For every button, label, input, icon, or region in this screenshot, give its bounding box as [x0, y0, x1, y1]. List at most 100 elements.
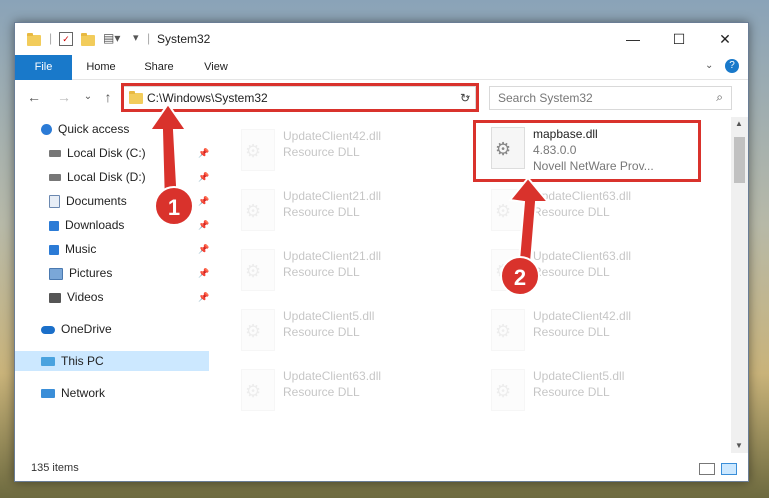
file-description: Resource DLL	[283, 325, 360, 339]
details-view-icon[interactable]	[699, 463, 715, 475]
file-item[interactable]: ⚙ UpdateClient21.dll Resource DLL	[225, 185, 455, 235]
file-item[interactable]: ⚙ UpdateClient42.dll Resource DLL	[225, 125, 455, 175]
search-icon: ⌕	[716, 90, 723, 104]
tab-home[interactable]: Home	[77, 55, 125, 79]
file-description: Resource DLL	[533, 325, 610, 339]
window-title: System32	[157, 32, 211, 46]
chevron-down-icon[interactable]: ⌄	[705, 60, 713, 71]
qa-dropdown-icon[interactable]: ▾	[133, 31, 139, 44]
computer-icon	[41, 357, 55, 367]
music-note-icon	[49, 244, 59, 255]
nav-local-disk-c[interactable]: Local Disk (C:)	[49, 143, 146, 163]
separator: |	[147, 31, 151, 45]
nav-quick-access[interactable]: Quick access	[41, 119, 129, 139]
scroll-up-icon[interactable]: ▲	[735, 119, 743, 128]
nav-label: Local Disk (C:)	[67, 146, 146, 160]
nav-label: Videos	[67, 290, 104, 304]
file-name: UpdateClient5.dll	[533, 369, 625, 383]
gear-icon: ⚙	[245, 261, 262, 281]
drive-icon	[49, 150, 61, 158]
nav-this-pc[interactable]: This PC	[15, 351, 209, 371]
file-name: UpdateClient42.dll	[283, 129, 382, 143]
pin-icon[interactable]: 📌	[198, 292, 209, 303]
drive-icon	[49, 174, 61, 182]
nav-local-disk-d[interactable]: Local Disk (D:)	[49, 167, 146, 187]
nav-videos[interactable]: Videos	[49, 287, 103, 307]
file-highlight-box	[473, 120, 701, 182]
nav-label: Network	[61, 386, 106, 400]
file-description: Resource DLL	[283, 265, 360, 279]
network-icon	[41, 389, 55, 399]
close-button[interactable]: ✕	[702, 23, 748, 55]
download-arrow-icon	[49, 220, 59, 231]
vertical-scrollbar[interactable]: ▲ ▼	[731, 117, 748, 453]
nav-network[interactable]: Network	[41, 383, 105, 403]
file-item[interactable]: ⚙ UpdateClient63.dll Resource DLL	[225, 365, 455, 415]
back-arrow-icon[interactable]: ←	[25, 88, 43, 106]
file-description: Resource DLL	[283, 385, 360, 399]
qa-customize-icon[interactable]: ▤▾	[103, 31, 120, 45]
nav-pictures[interactable]: Pictures	[49, 263, 112, 283]
file-item[interactable]: ⚙ UpdateClient21.dll Resource DLL	[225, 245, 455, 295]
film-icon	[49, 292, 61, 303]
pin-icon[interactable]: 📌	[198, 196, 209, 207]
gear-icon: ⚙	[245, 201, 262, 221]
new-folder-icon[interactable]	[81, 33, 95, 46]
step-badge-1: 1	[154, 186, 194, 226]
minimize-button[interactable]: —	[610, 23, 656, 55]
pin-icon[interactable]: 📌	[198, 172, 209, 183]
file-description: Resource DLL	[533, 385, 610, 399]
pin-icon[interactable]: 📌	[198, 268, 209, 279]
pin-icon[interactable]: 📌	[198, 148, 209, 159]
search-input[interactable]: Search System32 ⌕	[489, 86, 732, 110]
separator: |	[49, 31, 53, 45]
nav-label: OneDrive	[61, 322, 112, 336]
tab-share[interactable]: Share	[135, 55, 183, 79]
pin-icon[interactable]: 📌	[198, 244, 209, 255]
forward-arrow-icon[interactable]: →	[55, 88, 73, 106]
gear-icon: ⚙	[245, 141, 262, 161]
file-item[interactable]: ⚙ UpdateClient5.dll Resource DLL	[225, 305, 455, 355]
gear-icon: ⚙	[245, 321, 262, 341]
maximize-button[interactable]: ☐	[656, 23, 702, 55]
nav-label: Quick access	[58, 122, 130, 136]
picture-icon	[49, 267, 63, 280]
file-name: UpdateClient21.dll	[283, 249, 382, 263]
nav-label: Documents	[66, 194, 127, 208]
nav-label: This PC	[61, 354, 104, 368]
recent-locations-icon[interactable]: ⌄	[79, 88, 97, 106]
nav-label: Downloads	[65, 218, 125, 232]
ribbon: File Home Share View ⌄ ?	[15, 55, 748, 105]
file-description: Resource DLL	[283, 205, 360, 219]
up-arrow-icon[interactable]: ↑	[99, 88, 117, 106]
file-description: Resource DLL	[283, 145, 360, 159]
scrollbar-thumb[interactable]	[734, 137, 745, 183]
file-item[interactable]: ⚙ UpdateClient5.dll Resource DLL	[475, 365, 705, 415]
gear-icon: ⚙	[245, 381, 262, 401]
item-count: 135 items	[31, 462, 79, 474]
nav-music[interactable]: Music	[49, 239, 96, 259]
cloud-icon	[41, 325, 55, 334]
explorer-window: | ✓ ▤▾ ▾ | System32 — ☐ ✕ File Home Shar…	[14, 22, 749, 482]
status-bar: 135 items	[15, 455, 748, 481]
file-name: UpdateClient42.dll	[533, 309, 632, 323]
file-item[interactable]: ⚙ UpdateClient42.dll Resource DLL	[475, 305, 705, 355]
nav-downloads[interactable]: Downloads	[49, 215, 124, 235]
properties-icon[interactable]: ✓	[59, 32, 73, 46]
file-name: UpdateClient63.dll	[283, 369, 382, 383]
gear-icon: ⚙	[495, 321, 512, 341]
nav-label: Music	[65, 242, 97, 256]
folder-icon	[27, 33, 41, 46]
help-icon[interactable]: ?	[725, 59, 739, 73]
tab-view[interactable]: View	[193, 55, 239, 79]
search-placeholder: Search System32	[498, 91, 593, 105]
large-icons-view-icon[interactable]	[721, 463, 737, 475]
pin-icon[interactable]: 📌	[198, 220, 209, 231]
file-name: UpdateClient5.dll	[283, 309, 375, 323]
nav-documents[interactable]: Documents	[49, 191, 127, 211]
nav-label: Local Disk (D:)	[67, 170, 146, 184]
gear-icon: ⚙	[495, 381, 512, 401]
nav-onedrive[interactable]: OneDrive	[41, 319, 112, 339]
scroll-down-icon[interactable]: ▼	[735, 441, 743, 450]
star-icon	[41, 124, 52, 136]
